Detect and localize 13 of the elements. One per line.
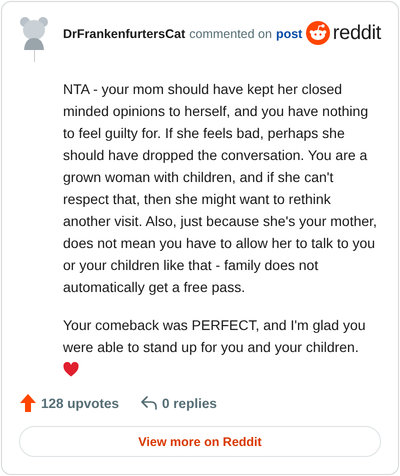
author-name[interactable]: DrFrankenfurtersCat [63, 27, 186, 41]
upvote-arrow-icon[interactable] [20, 394, 36, 412]
brand-name: reddit [332, 22, 381, 44]
upvote-count: 128 upvotes [41, 396, 120, 410]
comment-paragraph: Your comeback was PERFECT, and I'm glad you were able to stand up for you and your children. [63, 316, 367, 357]
reply-arrow-icon[interactable] [141, 396, 158, 410]
heart-icon [63, 362, 79, 377]
comment-paragraph: NTA - your mom should have kept her closed minded opinions to herself, and you have nothing to feel guilty for. If she feels bad, perhaps she should have dropped the conversation. You are a grown woman with children, and if she can't respect that, then she might want to rethink another visit. Also, just because she's your mother, does not mean you have to allow her to talk to you or your children like that - family does not automatically get a free pass. [63, 80, 378, 297]
action-text: commented on [189, 27, 272, 41]
post-link[interactable]: post [276, 27, 302, 41]
view-more-button[interactable]: View more on Reddit [19, 426, 381, 457]
reddit-logo-icon [306, 21, 330, 45]
reply-count: 0 replies [162, 396, 217, 410]
